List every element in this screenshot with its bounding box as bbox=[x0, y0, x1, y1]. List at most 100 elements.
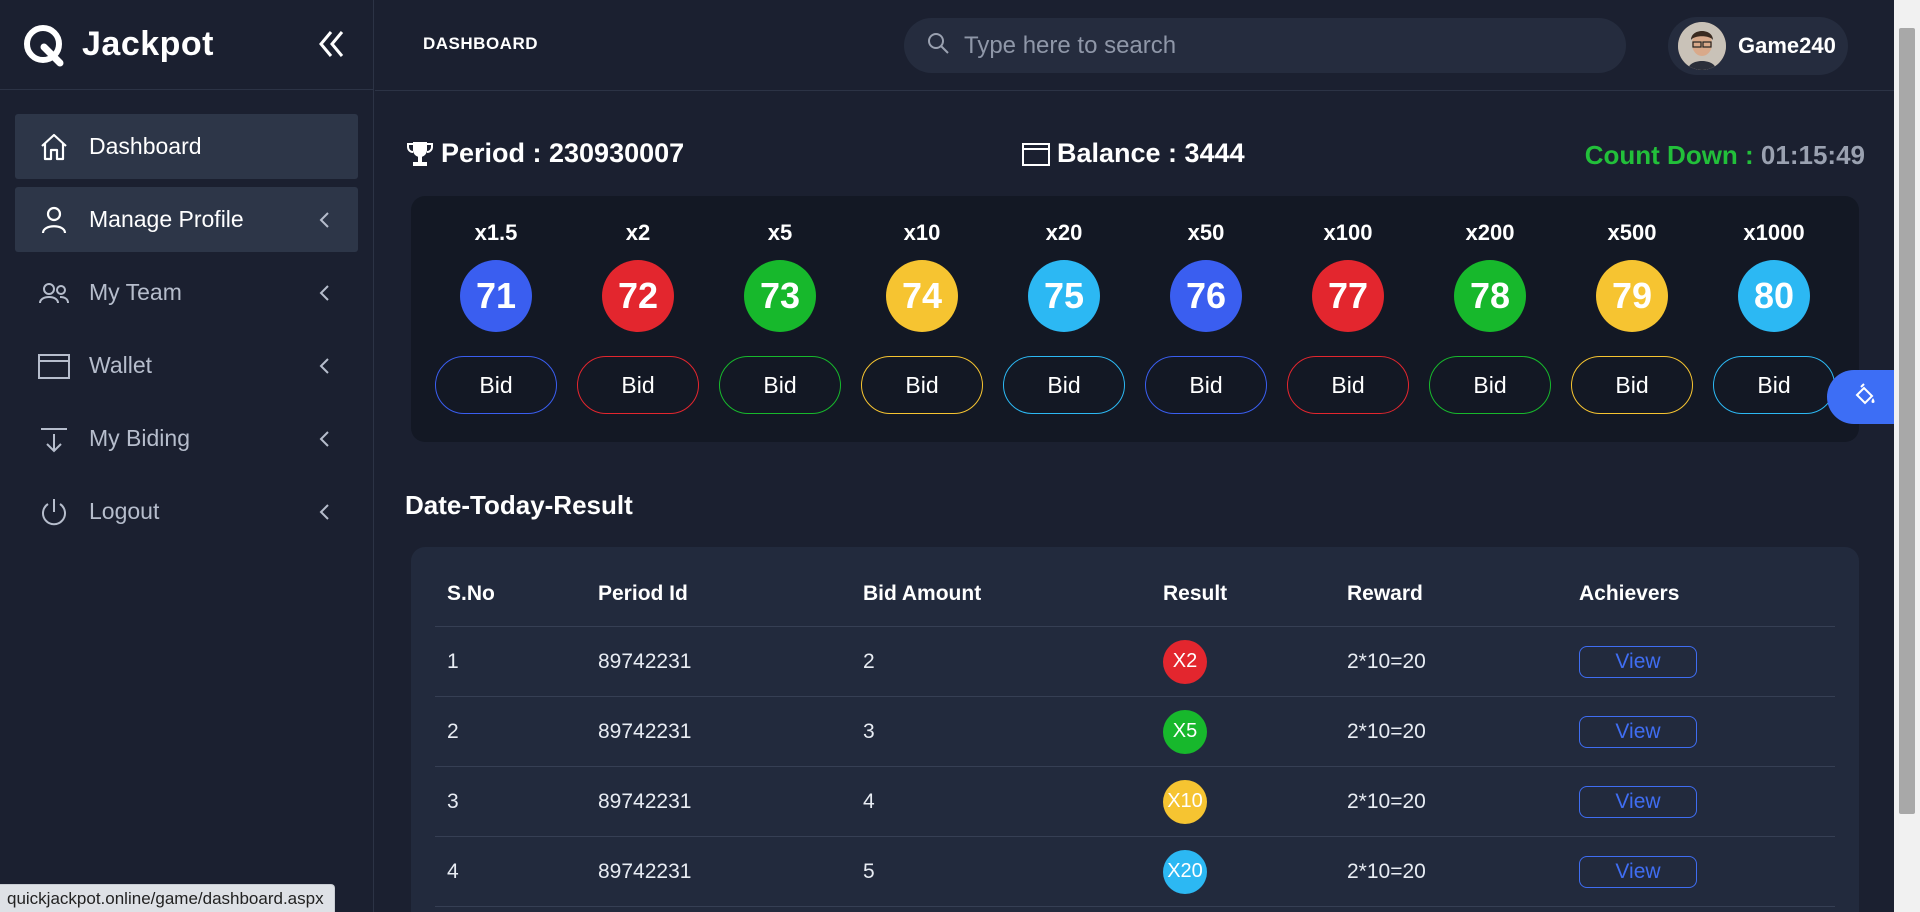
view-button[interactable]: View bbox=[1579, 645, 1697, 678]
home-icon bbox=[37, 130, 71, 164]
sidebar-item-wallet[interactable]: Wallet bbox=[15, 333, 358, 398]
scrollbar[interactable] bbox=[1894, 0, 1920, 912]
sidebar-item-label: Dashboard bbox=[89, 133, 202, 159]
username: Game240 bbox=[1738, 33, 1836, 58]
cell-reward: 2*10=20 bbox=[1347, 859, 1426, 883]
number-ball: 79 bbox=[1596, 260, 1668, 332]
bid-option: x1000 80 Bid bbox=[1713, 220, 1835, 414]
sidebar-item-manage-profile[interactable]: Manage Profile bbox=[15, 187, 358, 252]
bid-button[interactable]: Bid bbox=[861, 356, 983, 414]
table-row: 3 89742231 4 X10 2*10=20 View bbox=[435, 767, 1835, 837]
trophy-icon bbox=[405, 139, 435, 169]
bid-button[interactable]: Bid bbox=[1429, 356, 1551, 414]
column-header: Bid Amount bbox=[863, 581, 982, 605]
view-button[interactable]: View bbox=[1579, 785, 1697, 818]
cell-sno: 1 bbox=[447, 649, 459, 673]
chevron-left-icon bbox=[316, 428, 334, 450]
sidebar-item-logout[interactable]: Logout bbox=[15, 479, 358, 544]
bid-panel: x1.5 71 Bid x2 72 Bid x5 73 Bid x10 74 Bid x20 75 Bid x… bbox=[411, 196, 1859, 442]
result-badge: X2 bbox=[1163, 639, 1207, 684]
cell-achievers: View bbox=[1579, 837, 1697, 906]
wallet-icon bbox=[37, 349, 71, 383]
search-input[interactable] bbox=[964, 31, 1564, 60]
table-row: 4 89742231 5 X20 2*10=20 View bbox=[435, 837, 1835, 907]
theme-settings-button[interactable] bbox=[1827, 370, 1899, 424]
bid-button[interactable]: Bid bbox=[1145, 356, 1267, 414]
column-header: S.No bbox=[447, 581, 495, 605]
sidebar-item-my-biding[interactable]: My Biding bbox=[15, 406, 358, 471]
cell-bid-amount: 3 bbox=[863, 719, 875, 743]
status-bar-url: quickjackpot.online/game/dashboard.aspx bbox=[0, 884, 335, 912]
sidebar-item-label: My Biding bbox=[89, 425, 190, 451]
cell-reward: 2*10=20 bbox=[1347, 719, 1426, 743]
download-icon bbox=[37, 422, 71, 456]
cell-achievers: View bbox=[1579, 767, 1697, 836]
result-badge: X20 bbox=[1163, 849, 1207, 894]
user-menu[interactable]: Game240 bbox=[1668, 17, 1848, 75]
bid-option: x20 75 Bid bbox=[1003, 220, 1125, 414]
sidebar-item-dashboard[interactable]: Dashboard bbox=[15, 114, 358, 179]
sidebar-item-my-team[interactable]: My Team bbox=[15, 260, 358, 325]
countdown-time: 01:15:49 bbox=[1760, 140, 1865, 170]
multiplier-label: x1000 bbox=[1743, 220, 1805, 245]
multiplier-label: x500 bbox=[1607, 220, 1657, 245]
number-ball: 74 bbox=[886, 260, 958, 332]
cell-bid-amount: 4 bbox=[863, 789, 875, 813]
sidebar-item-label: Wallet bbox=[89, 352, 153, 378]
bid-option: x10 74 Bid bbox=[861, 220, 983, 414]
bid-button[interactable]: Bid bbox=[719, 356, 841, 414]
chevron-left-icon bbox=[316, 282, 334, 304]
scrollbar-thumb[interactable] bbox=[1899, 28, 1915, 814]
cell-sno: 4 bbox=[447, 859, 459, 883]
results-table-card: S.No Period Id Bid Amount Result Reward Achie… bbox=[411, 547, 1859, 912]
bid-option: x100 77 Bid bbox=[1287, 220, 1409, 414]
bid-button[interactable]: Bid bbox=[1003, 356, 1125, 414]
stats-row: Period : 230930007 Balance : 3444 Count … bbox=[405, 138, 1865, 174]
team-icon bbox=[37, 276, 71, 310]
avatar bbox=[1678, 22, 1726, 70]
balance-label: Balance : 3444 bbox=[1057, 138, 1245, 168]
cell-bid-amount: 2 bbox=[863, 649, 875, 673]
cell-sno: 2 bbox=[447, 719, 459, 743]
search-icon bbox=[926, 31, 950, 60]
bid-button[interactable]: Bid bbox=[435, 356, 557, 414]
bid-option: x1.5 71 Bid bbox=[435, 220, 557, 414]
column-header: Period Id bbox=[598, 581, 688, 605]
sidebar-item-label: Manage Profile bbox=[89, 206, 244, 232]
cell-reward: 2*10=20 bbox=[1347, 649, 1426, 673]
number-ball: 73 bbox=[744, 260, 816, 332]
view-button[interactable]: View bbox=[1579, 855, 1697, 888]
table-row: 1 89742231 2 X2 2*10=20 View bbox=[435, 627, 1835, 697]
table-header: S.No Period Id Bid Amount Result Reward Achie… bbox=[435, 547, 1835, 627]
countdown: Count Down : 01:15:49 bbox=[1585, 140, 1865, 171]
cell-achievers: View bbox=[1579, 697, 1697, 766]
sidebar-item-label: My Team bbox=[89, 279, 182, 305]
number-ball: 80 bbox=[1738, 260, 1810, 332]
cell-achievers: View bbox=[1579, 627, 1697, 696]
number-ball: 75 bbox=[1028, 260, 1100, 332]
chevron-left-icon bbox=[316, 209, 334, 231]
multiplier-label: x5 bbox=[767, 220, 793, 245]
multiplier-label: x100 bbox=[1323, 220, 1373, 245]
collapse-sidebar-icon[interactable] bbox=[317, 26, 347, 62]
topbar: DASHBOARD Game240 bbox=[375, 0, 1895, 91]
search-box[interactable] bbox=[904, 18, 1626, 73]
bid-button[interactable]: Bid bbox=[1571, 356, 1693, 414]
multiplier-label: x2 bbox=[625, 220, 651, 245]
number-ball: 72 bbox=[602, 260, 674, 332]
cell-period-id: 89742231 bbox=[598, 719, 692, 743]
view-button[interactable]: View bbox=[1579, 715, 1697, 748]
bid-button[interactable]: Bid bbox=[577, 356, 699, 414]
balance-stat: Balance : 3444 bbox=[1021, 138, 1245, 169]
paint-bucket-icon bbox=[1853, 382, 1877, 412]
cell-bid-amount: 5 bbox=[863, 859, 875, 883]
cell-reward: 2*10=20 bbox=[1347, 789, 1426, 813]
bid-button[interactable]: Bid bbox=[1713, 356, 1835, 414]
cell-result: X20 bbox=[1163, 837, 1207, 906]
sidebar-item-label: Logout bbox=[89, 498, 160, 524]
column-header: Achievers bbox=[1579, 581, 1680, 605]
period-stat: Period : 230930007 bbox=[405, 138, 684, 169]
column-header: Reward bbox=[1347, 581, 1423, 605]
bid-button[interactable]: Bid bbox=[1287, 356, 1409, 414]
cell-period-id: 89742231 bbox=[598, 859, 692, 883]
